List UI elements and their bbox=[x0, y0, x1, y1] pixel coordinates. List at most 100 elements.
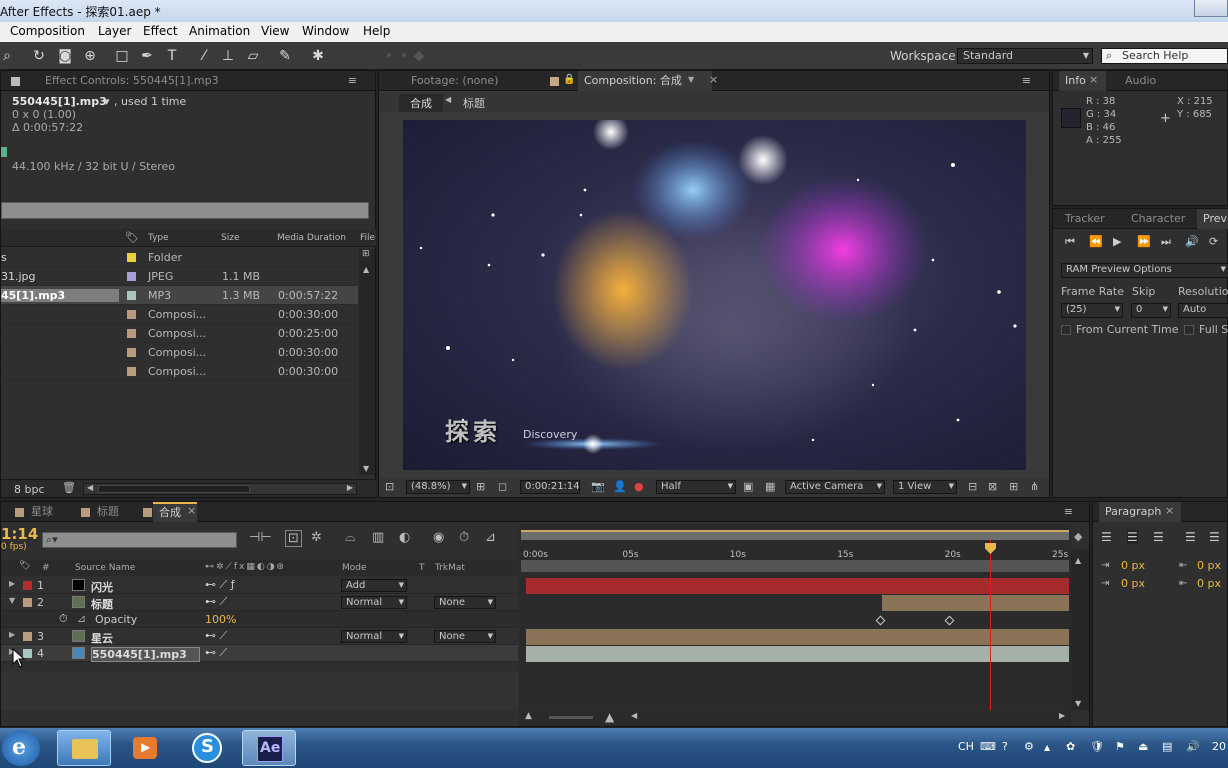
menu-view[interactable]: View bbox=[261, 24, 289, 38]
minimize-button[interactable] bbox=[1194, 0, 1228, 17]
keyboard-icon[interactable]: ⌨ bbox=[980, 740, 996, 753]
resolution-dropdown[interactable]: Half ▼ bbox=[656, 480, 736, 494]
col-media-duration[interactable]: Media Duration bbox=[277, 233, 346, 243]
layer-switches[interactable]: ⊷ ⟋ ƒ bbox=[205, 578, 235, 592]
menu-window[interactable]: Window bbox=[302, 24, 349, 38]
transparency-grid-icon[interactable]: ▦ bbox=[765, 480, 775, 493]
layer-name[interactable]: 标题 bbox=[91, 596, 113, 612]
previous-frame-icon[interactable]: ⏪ bbox=[1089, 235, 1103, 248]
language-indicator[interactable]: CH bbox=[958, 740, 974, 753]
puppet-pin-icon[interactable]: ✱ bbox=[309, 47, 327, 65]
layer-row[interactable]: ▶ 1 闪光 ⊷ ⟋ ƒ Add ▼ bbox=[1, 577, 518, 594]
panel-menu-icon[interactable]: ≡ bbox=[348, 74, 357, 87]
loop-icon[interactable]: ⟳ bbox=[1209, 235, 1218, 248]
help-icon[interactable]: ? bbox=[1002, 740, 1008, 753]
toggle-pixel-icon[interactable]: ⊟ bbox=[968, 480, 977, 493]
play-icon[interactable]: ▶ bbox=[1113, 235, 1121, 248]
label-tag-icon[interactable]: 🏷 bbox=[125, 231, 139, 244]
view-layout-dropdown[interactable]: 1 View ▼ bbox=[893, 480, 957, 494]
comp-button-icon[interactable]: ◆ bbox=[1074, 530, 1082, 543]
label-color-swatch[interactable] bbox=[127, 291, 136, 300]
zoom-out-icon[interactable]: ▲ bbox=[525, 711, 532, 721]
action-center-icon[interactable]: ⚑ bbox=[1115, 740, 1125, 753]
timecode-display[interactable]: 0:00:21:14 bbox=[520, 480, 580, 494]
channel-icon[interactable]: ● bbox=[634, 480, 644, 493]
justify-center-icon[interactable]: ☰ bbox=[1209, 530, 1220, 544]
layer-duration-bar[interactable] bbox=[526, 646, 1069, 662]
frame-rate-dropdown[interactable]: (25) ▼ bbox=[1061, 303, 1123, 318]
scroll-down-icon[interactable]: ▼ bbox=[1075, 699, 1081, 708]
trkmat-dropdown[interactable]: None ▼ bbox=[434, 630, 496, 643]
scroll-down-icon[interactable]: ▼ bbox=[363, 464, 369, 473]
layer-switches[interactable]: ⊷ ⟋ bbox=[205, 646, 227, 660]
close-icon[interactable]: × bbox=[709, 73, 718, 86]
text-icon[interactable]: T bbox=[163, 47, 181, 65]
layer-name[interactable]: 闪光 bbox=[91, 579, 113, 595]
sogou-icon[interactable]: S bbox=[180, 730, 234, 766]
label-color-swatch[interactable] bbox=[127, 310, 136, 319]
horizontal-scrollbar[interactable]: ◀ ▶ bbox=[83, 483, 357, 495]
skip-dropdown[interactable]: 0 ▼ bbox=[1131, 303, 1171, 318]
roto-brush-icon[interactable]: ✎ bbox=[276, 47, 294, 65]
align-left-icon[interactable]: ☰ bbox=[1101, 530, 1112, 544]
lock-icon[interactable]: 🔒 bbox=[563, 74, 575, 85]
project-scrollbar[interactable]: ⊞ ▲ ▼ bbox=[359, 249, 375, 475]
live-update-icon[interactable]: ⊡ bbox=[285, 530, 302, 547]
tab-footage[interactable]: Footage: (none) bbox=[405, 71, 504, 91]
network-icon[interactable]: ▤ bbox=[1162, 740, 1172, 753]
zoom-slider[interactable] bbox=[549, 716, 593, 719]
project-search-input[interactable] bbox=[1, 202, 369, 219]
menu-help[interactable]: Help bbox=[363, 24, 390, 38]
tab-audio[interactable]: Audio bbox=[1119, 71, 1162, 91]
project-item[interactable]: Composi... 0:00:30:00 bbox=[1, 362, 358, 381]
tab-character[interactable]: Character bbox=[1125, 209, 1191, 229]
region-icon[interactable]: ▣ bbox=[743, 480, 753, 493]
show-snapshot-icon[interactable]: 👤 bbox=[613, 480, 627, 493]
first-frame-icon[interactable]: ⏮ bbox=[1065, 235, 1075, 249]
panel-menu-icon[interactable]: ≡ bbox=[1022, 74, 1031, 87]
composition-canvas[interactable]: 探索 Discovery bbox=[403, 120, 1026, 470]
keyframe-icon[interactable] bbox=[944, 615, 955, 626]
timeline-scrollbar[interactable]: ▲ ▼ bbox=[1071, 550, 1089, 710]
hierarchy-icon[interactable]: ⋔ bbox=[1030, 480, 1039, 493]
zoom-dropdown[interactable]: (48.8%) ▼ bbox=[406, 480, 470, 494]
full-screen-checkbox[interactable] bbox=[1184, 325, 1194, 335]
layer-switches[interactable]: ⊷ ⟋ bbox=[205, 595, 227, 609]
ram-preview-options-dropdown[interactable]: RAM Preview Options ▼ bbox=[1061, 263, 1228, 278]
col-mode[interactable]: Mode bbox=[342, 563, 367, 573]
time-graph[interactable]: 0:00s 05s 10s 15s 20s 25s bbox=[519, 524, 1071, 710]
col-source-name[interactable]: Source Name bbox=[75, 563, 135, 573]
blend-mode-dropdown[interactable]: Normal ▼ bbox=[341, 630, 407, 643]
auto-keyframe-icon[interactable]: ⏱ bbox=[459, 530, 469, 545]
show-hidden-icon[interactable]: ▲ bbox=[1044, 743, 1050, 752]
breadcrumb-title[interactable]: 标题 bbox=[463, 95, 485, 111]
layer-name[interactable]: 星云 bbox=[91, 630, 113, 646]
col-type[interactable]: Type bbox=[148, 233, 169, 243]
zoom-icon[interactable]: ⌕ bbox=[0, 47, 16, 65]
tab-preview[interactable]: Prev bbox=[1197, 209, 1228, 229]
align-center-icon[interactable]: ☰ bbox=[1127, 530, 1138, 544]
frame-blending-icon[interactable]: ▥ bbox=[372, 530, 384, 545]
label-color-swatch[interactable] bbox=[127, 272, 136, 281]
camera-orbit-icon[interactable]: ◙ bbox=[56, 47, 74, 65]
layer-duration-bar[interactable] bbox=[526, 578, 1069, 594]
search-help-field[interactable]: ⌕ Search Help bbox=[1101, 48, 1228, 64]
workspace-dropdown[interactable]: Standard ▼ bbox=[957, 48, 1093, 64]
property-value[interactable]: 100% bbox=[205, 613, 236, 626]
pen-icon[interactable]: ✒ bbox=[138, 47, 156, 65]
project-item[interactable]: Composi... 0:00:30:00 bbox=[1, 305, 358, 324]
layer-row[interactable]: ▼ 2 标题 ⊷ ⟋ Normal ▼ None ▼ bbox=[1, 594, 518, 611]
shy-icon[interactable]: ⌓ bbox=[345, 530, 355, 545]
graph-icon[interactable]: ⊿ bbox=[77, 612, 86, 625]
volume-icon[interactable]: 🔊 bbox=[1186, 740, 1200, 753]
timeline-tab[interactable]: 标题 bbox=[91, 502, 125, 522]
layer-row[interactable]: ▶ 3 星云 ⊷ ⟋ Normal ▼ None ▼ bbox=[1, 628, 518, 645]
graph-editor-icon[interactable]: ⊿ bbox=[485, 530, 496, 545]
menu-animation[interactable]: Animation bbox=[189, 24, 250, 38]
panel-menu-icon[interactable]: ≡ bbox=[1064, 505, 1073, 518]
project-item[interactable]: s Folder bbox=[1, 248, 358, 267]
usb-icon[interactable]: ⏏ bbox=[1138, 740, 1148, 753]
close-icon[interactable]: × bbox=[1089, 73, 1098, 86]
menu-effect[interactable]: Effect bbox=[143, 24, 178, 38]
motion-blur-icon[interactable]: ◐ bbox=[399, 530, 410, 545]
